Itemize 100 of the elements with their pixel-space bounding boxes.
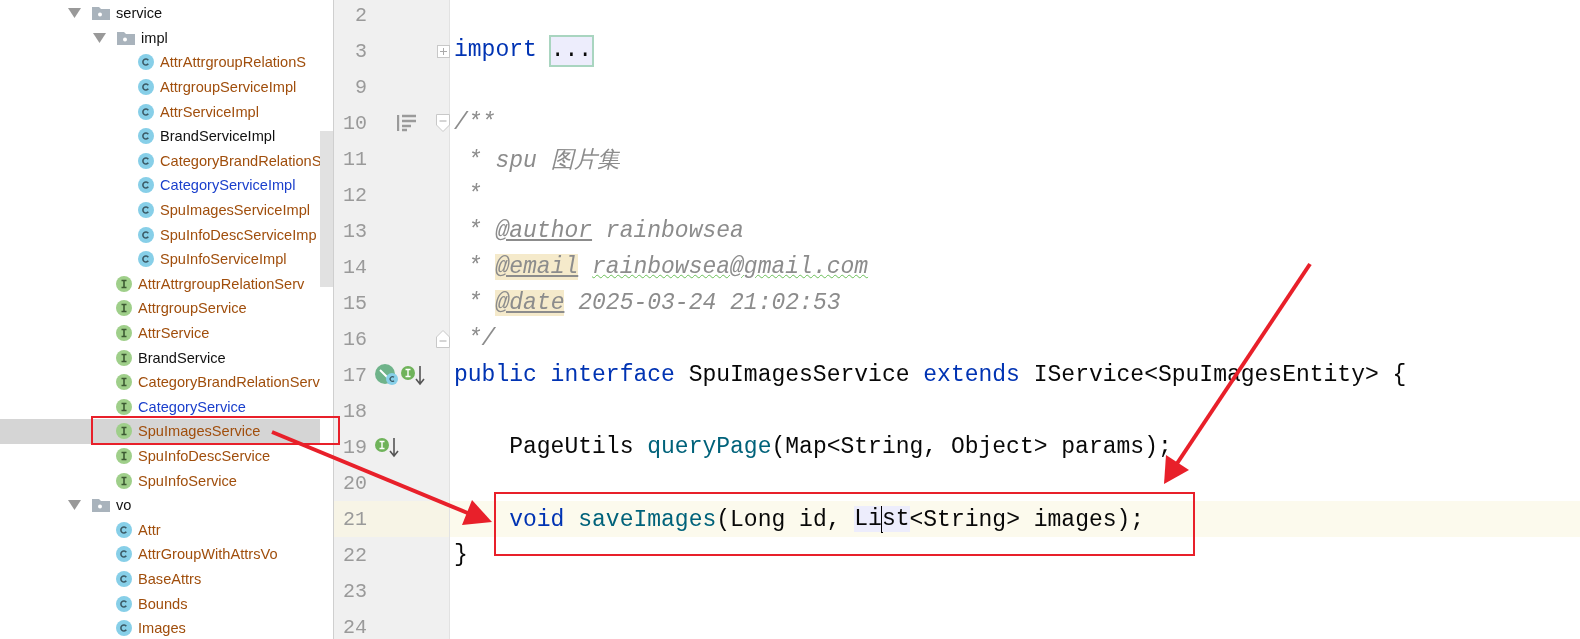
tree-item[interactable]: AttrAttrgroupRelationServ (0, 271, 320, 297)
tree-item[interactable]: CategoryService (0, 394, 320, 420)
line-number: 21 (342, 507, 367, 531)
class-icon (138, 128, 154, 145)
tree-item-label: BaseAttrs (138, 570, 202, 587)
tree-item-label: Bounds (138, 595, 188, 612)
line-number: 18 (342, 399, 367, 423)
interface-icon (116, 325, 132, 341)
tree-item[interactable]: SpuInfoDescServiceImp (0, 222, 320, 247)
tree-item-label: service (116, 5, 163, 22)
tree-item[interactable]: CategoryBrandRelationServ (0, 369, 320, 395)
code-line: * @email rainbowsea@gmail.com (466, 254, 869, 280)
tree-item[interactable]: AttrGroupWithAttrsVo (0, 542, 320, 567)
tree-item[interactable]: Images (0, 615, 320, 639)
line-number: 13 (342, 219, 367, 243)
code-line: import ... (453, 37, 593, 65)
class-icon (116, 570, 132, 587)
line-number: 11 (342, 147, 367, 171)
tree-item-label: AttrAttrgroupRelationS (160, 54, 306, 71)
tree-item[interactable]: SpuInfoDescService (0, 443, 320, 469)
tree-item[interactable]: AttrgroupServiceImpl (0, 74, 320, 100)
code-line: * (466, 182, 482, 208)
reader-mode-icon[interactable] (397, 114, 417, 132)
tree-item[interactable]: AttrgroupService (0, 296, 320, 321)
tree-item[interactable]: SpuInfoService (0, 468, 320, 493)
tree-item[interactable]: AttrServiceImpl (0, 99, 320, 124)
class-icon (116, 521, 132, 538)
line-number: 17 (342, 363, 367, 387)
class-icon (138, 54, 154, 71)
expand-arrow-icon[interactable] (68, 500, 81, 511)
folder-icon (92, 498, 110, 513)
tree-item-label: AttrService (138, 325, 210, 341)
tree-item[interactable]: SpuImagesServiceImpl (0, 197, 320, 223)
tree-item-label: Attr (138, 521, 161, 538)
line-number: 10 (342, 111, 367, 135)
interface-icon (116, 300, 132, 317)
tree-item-label: Images (138, 620, 186, 637)
code-line: * @author rainbowsea (466, 218, 744, 244)
tree-item-label: impl (141, 29, 168, 46)
scrollbar[interactable] (320, 131, 333, 287)
interface-arrow-icon[interactable] (375, 436, 399, 458)
implemented-icon[interactable] (375, 364, 399, 386)
class-icon (138, 79, 154, 96)
tree-item[interactable]: CategoryBrandRelationS (0, 148, 320, 174)
tree-item-label: AttrGroupWithAttrsVo (138, 546, 278, 563)
tree-item[interactable]: AttrAttrgroupRelationS (0, 50, 320, 75)
line-number: 16 (342, 327, 367, 351)
line-number: 3 (354, 39, 367, 63)
tree-item-label: CategoryBrandRelationS (160, 152, 322, 169)
tree-item[interactable]: BrandService (0, 345, 320, 370)
code-line: void saveImages(Long id, List<String> images); (508, 505, 1145, 533)
expand-arrow-icon[interactable] (68, 8, 81, 19)
class-icon (138, 226, 154, 243)
interface-icon (116, 472, 132, 489)
class-icon (138, 251, 154, 268)
tree-item-label: BrandServiceImpl (160, 128, 276, 145)
tree-item[interactable]: BaseAttrs (0, 566, 320, 592)
interface-arrow-icon[interactable] (401, 364, 425, 386)
folder-icon (92, 6, 110, 21)
tree-item[interactable]: Attr (0, 517, 320, 543)
tree-item[interactable]: vo (0, 492, 320, 518)
tree-item-label: SpuInfoService (138, 472, 237, 489)
tree-item[interactable]: Bounds (0, 591, 320, 616)
tree-item[interactable]: service (0, 1, 320, 26)
class-icon (116, 595, 132, 612)
line-number: 19 (342, 435, 367, 459)
tree-item-label: SpuInfoDescServiceImp (160, 226, 317, 243)
class-icon (138, 177, 154, 194)
tree-item-label: CategoryBrandRelationServ (138, 374, 320, 391)
tree-item-label: AttrServiceImpl (160, 103, 259, 120)
interface-icon (116, 275, 132, 292)
tree-item-label: CategoryService (138, 398, 246, 415)
tree-item[interactable]: SpuInfoServiceImpl (0, 246, 320, 272)
interface-icon (116, 448, 132, 464)
class-icon (138, 202, 154, 219)
code-line: } (453, 542, 468, 568)
fold-expand-icon[interactable] (437, 44, 450, 58)
line-number: 20 (342, 471, 367, 495)
tree-item-label: AttrAttrgroupRelationServ (138, 275, 305, 292)
tree-item[interactable]: CategoryServiceImpl (0, 173, 320, 198)
tree-item-label: SpuImagesServiceImpl (160, 202, 311, 219)
tree-item-label: SpuInfoServiceImpl (160, 251, 287, 268)
fold-end-icon[interactable] (436, 330, 450, 348)
code-line: * spu 图片集 (466, 146, 620, 175)
interface-icon (116, 398, 132, 415)
expand-arrow-icon[interactable] (93, 32, 106, 43)
tree-item[interactable]: impl (0, 25, 320, 51)
folder-icon (117, 30, 135, 45)
tree-item[interactable]: SpuImagesService (0, 419, 320, 444)
tree-item[interactable]: BrandServiceImpl (0, 123, 320, 149)
tree-item-label: SpuImagesService (138, 423, 261, 440)
tree-item[interactable]: AttrService (0, 320, 320, 346)
fold-collapse-icon[interactable] (436, 114, 450, 132)
line-number: 24 (342, 615, 367, 639)
line-number: 23 (342, 579, 367, 603)
code-line: /** (453, 110, 496, 136)
tree-item-label: AttrgroupService (138, 300, 247, 317)
class-icon (138, 152, 154, 169)
code-line: */ (466, 326, 496, 352)
code-line: * @date 2025-03-24 21:02:53 (466, 290, 841, 316)
